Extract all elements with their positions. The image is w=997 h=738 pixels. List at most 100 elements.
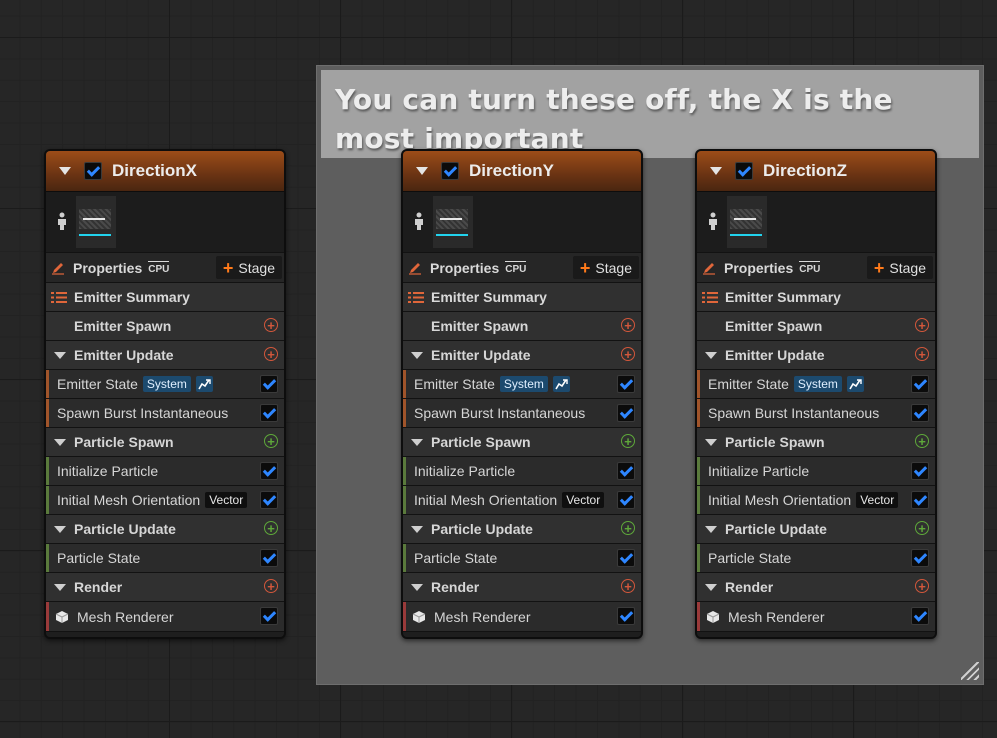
module-particle-state[interactable]: Particle State bbox=[46, 543, 284, 572]
module-enabled-checkbox[interactable] bbox=[260, 607, 278, 625]
module-emitter-state[interactable]: Emitter State System bbox=[697, 369, 935, 398]
system-badge[interactable]: System bbox=[793, 376, 842, 392]
module-enabled-checkbox[interactable] bbox=[617, 375, 635, 393]
emitter-node-directionx[interactable]: DirectionX Properties CPU + Stage Emitte… bbox=[44, 149, 286, 639]
collapse-arrow-icon[interactable] bbox=[411, 351, 423, 359]
module-enabled-checkbox[interactable] bbox=[911, 491, 929, 509]
collapse-arrow-icon[interactable] bbox=[411, 438, 423, 446]
module-initial-mesh-orientation[interactable]: Initial Mesh Orientation Vector bbox=[46, 485, 284, 514]
collapse-arrow-icon[interactable] bbox=[416, 167, 428, 175]
module-particle-state[interactable]: Particle State bbox=[403, 543, 641, 572]
emitter-summary-row[interactable]: Emitter Summary bbox=[697, 282, 935, 311]
emitter-header[interactable]: DirectionY bbox=[403, 151, 641, 192]
module-enabled-checkbox[interactable] bbox=[911, 375, 929, 393]
add-module-icon[interactable]: + bbox=[621, 521, 635, 535]
module-enabled-checkbox[interactable] bbox=[260, 491, 278, 509]
properties-row[interactable]: Properties CPU + Stage bbox=[46, 252, 284, 282]
module-enabled-checkbox[interactable] bbox=[911, 404, 929, 422]
collapse-arrow-icon[interactable] bbox=[54, 525, 66, 533]
particle-spawn-row[interactable]: Particle Spawn + bbox=[46, 427, 284, 456]
emitter-thumbnail[interactable] bbox=[727, 196, 767, 248]
add-module-icon[interactable]: + bbox=[915, 521, 929, 535]
properties-row[interactable]: Properties CPU + Stage bbox=[697, 252, 935, 282]
collapse-arrow-icon[interactable] bbox=[705, 525, 717, 533]
module-initial-mesh-orientation[interactable]: Initial Mesh Orientation Vector bbox=[697, 485, 935, 514]
emitter-summary-row[interactable]: Emitter Summary bbox=[46, 282, 284, 311]
module-enabled-checkbox[interactable] bbox=[617, 491, 635, 509]
emitter-header[interactable]: DirectionZ bbox=[697, 151, 935, 192]
module-mesh-renderer[interactable]: Mesh Renderer bbox=[697, 601, 935, 631]
collapse-arrow-icon[interactable] bbox=[705, 438, 717, 446]
emitter-thumbnail[interactable] bbox=[76, 196, 116, 248]
module-spawn-burst[interactable]: Spawn Burst Instantaneous bbox=[403, 398, 641, 427]
system-badge[interactable]: System bbox=[499, 376, 548, 392]
add-renderer-icon[interactable]: + bbox=[264, 579, 278, 593]
person-icon[interactable] bbox=[707, 212, 719, 230]
link-arrow-icon[interactable] bbox=[552, 376, 570, 392]
module-enabled-checkbox[interactable] bbox=[617, 462, 635, 480]
module-enabled-checkbox[interactable] bbox=[617, 404, 635, 422]
add-module-icon[interactable]: + bbox=[621, 347, 635, 361]
module-enabled-checkbox[interactable] bbox=[617, 607, 635, 625]
particle-update-row[interactable]: Particle Update + bbox=[403, 514, 641, 543]
module-enabled-checkbox[interactable] bbox=[260, 404, 278, 422]
module-mesh-renderer[interactable]: Mesh Renderer bbox=[403, 601, 641, 631]
module-emitter-state[interactable]: Emitter State System bbox=[403, 369, 641, 398]
add-module-icon[interactable]: + bbox=[915, 347, 929, 361]
module-initial-mesh-orientation[interactable]: Initial Mesh Orientation Vector bbox=[403, 485, 641, 514]
vector-badge[interactable]: Vector bbox=[856, 492, 899, 508]
emitter-enabled-checkbox[interactable] bbox=[441, 162, 459, 180]
collapse-arrow-icon[interactable] bbox=[54, 438, 66, 446]
resize-grip-icon[interactable] bbox=[961, 662, 979, 680]
add-module-icon[interactable]: + bbox=[264, 521, 278, 535]
module-emitter-state[interactable]: Emitter State System bbox=[46, 369, 284, 398]
emitter-node-directiony[interactable]: DirectionY Properties CPU + Stage Emitte… bbox=[401, 149, 643, 639]
add-stage-button[interactable]: + Stage bbox=[572, 256, 639, 279]
render-row[interactable]: Render + bbox=[697, 572, 935, 601]
module-enabled-checkbox[interactable] bbox=[260, 549, 278, 567]
add-module-icon[interactable]: + bbox=[915, 434, 929, 448]
emitter-update-row[interactable]: Emitter Update + bbox=[403, 340, 641, 369]
add-module-icon[interactable]: + bbox=[264, 318, 278, 332]
emitter-enabled-checkbox[interactable] bbox=[735, 162, 753, 180]
comment-header[interactable]: You can turn these off, the X is the mos… bbox=[321, 70, 979, 158]
module-enabled-checkbox[interactable] bbox=[260, 462, 278, 480]
person-icon[interactable] bbox=[413, 212, 425, 230]
emitter-summary-row[interactable]: Emitter Summary bbox=[403, 282, 641, 311]
properties-row[interactable]: Properties CPU + Stage bbox=[403, 252, 641, 282]
render-row[interactable]: Render + bbox=[403, 572, 641, 601]
module-mesh-renderer[interactable]: Mesh Renderer bbox=[46, 601, 284, 631]
add-stage-button[interactable]: + Stage bbox=[866, 256, 933, 279]
render-row[interactable]: Render + bbox=[46, 572, 284, 601]
emitter-spawn-row[interactable]: Emitter Spawn + bbox=[403, 311, 641, 340]
module-enabled-checkbox[interactable] bbox=[911, 462, 929, 480]
add-module-icon[interactable]: + bbox=[621, 318, 635, 332]
particle-spawn-row[interactable]: Particle Spawn + bbox=[403, 427, 641, 456]
vector-badge[interactable]: Vector bbox=[562, 492, 605, 508]
collapse-arrow-icon[interactable] bbox=[705, 583, 717, 591]
emitter-spawn-row[interactable]: Emitter Spawn + bbox=[697, 311, 935, 340]
add-stage-button[interactable]: + Stage bbox=[215, 256, 282, 279]
emitter-update-row[interactable]: Emitter Update + bbox=[697, 340, 935, 369]
collapse-arrow-icon[interactable] bbox=[54, 351, 66, 359]
particle-update-row[interactable]: Particle Update + bbox=[697, 514, 935, 543]
person-icon[interactable] bbox=[56, 212, 68, 230]
particle-update-row[interactable]: Particle Update + bbox=[46, 514, 284, 543]
emitter-node-directionz[interactable]: DirectionZ Properties CPU + Stage Emitte… bbox=[695, 149, 937, 639]
add-module-icon[interactable]: + bbox=[915, 318, 929, 332]
link-arrow-icon[interactable] bbox=[846, 376, 864, 392]
module-spawn-burst[interactable]: Spawn Burst Instantaneous bbox=[697, 398, 935, 427]
module-initialize-particle[interactable]: Initialize Particle bbox=[697, 456, 935, 485]
emitter-thumbnail[interactable] bbox=[433, 196, 473, 248]
collapse-arrow-icon[interactable] bbox=[411, 525, 423, 533]
module-initialize-particle[interactable]: Initialize Particle bbox=[46, 456, 284, 485]
add-module-icon[interactable]: + bbox=[621, 434, 635, 448]
collapse-arrow-icon[interactable] bbox=[54, 583, 66, 591]
collapse-arrow-icon[interactable] bbox=[710, 167, 722, 175]
emitter-enabled-checkbox[interactable] bbox=[84, 162, 102, 180]
emitter-header[interactable]: DirectionX bbox=[46, 151, 284, 192]
module-enabled-checkbox[interactable] bbox=[260, 375, 278, 393]
collapse-arrow-icon[interactable] bbox=[411, 583, 423, 591]
module-initialize-particle[interactable]: Initialize Particle bbox=[403, 456, 641, 485]
collapse-arrow-icon[interactable] bbox=[705, 351, 717, 359]
